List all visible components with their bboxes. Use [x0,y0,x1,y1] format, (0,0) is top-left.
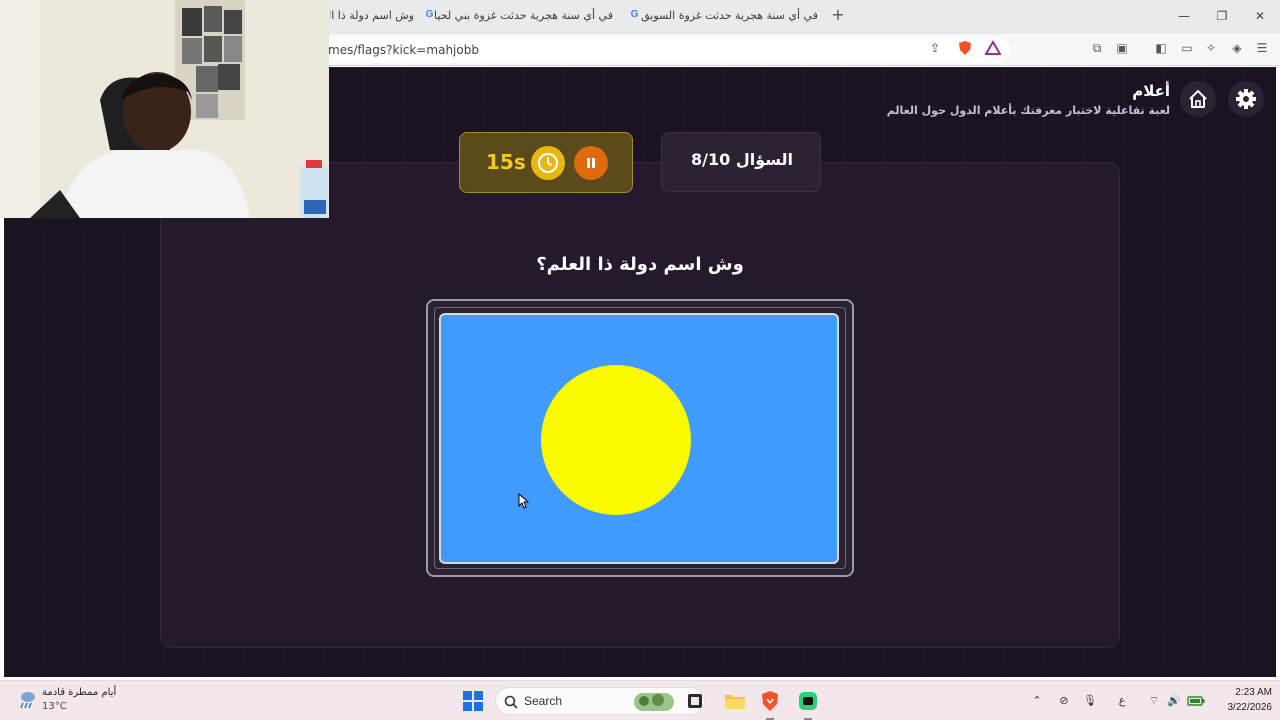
search-icon [504,695,518,709]
webcam-overlay [0,0,329,218]
restore-button[interactable]: ❐ [1214,8,1230,24]
home-icon [1189,90,1207,108]
clock-icon [531,146,565,180]
brave-shield-svg [959,41,971,55]
file-explorer-icon[interactable] [724,691,746,711]
weather-text: أيام ممطرة قادمة [42,687,117,698]
tab-title: وش اسم دولة ذا ال [330,9,414,22]
brave-rewards-icon[interactable] [984,40,1002,56]
app-subtitle: لعبة تفاعلية لاختبار معرفتك بأعلام الدول… [886,104,1170,117]
menu-icon[interactable]: ☰ [1254,40,1270,56]
wifi-icon[interactable]: ⌔ [1146,693,1162,709]
taskbar-search[interactable]: Search [495,687,705,715]
app-icon[interactable] [798,691,818,711]
extensions-icon[interactable]: ⧉ [1089,40,1105,56]
new-tab-button[interactable]: + [830,7,846,23]
microphone-icon[interactable]: 🎙 [1082,693,1098,709]
timer-panel: 15s [459,132,633,193]
webcam-video [0,0,329,218]
home-button[interactable] [1180,81,1216,117]
windows-start-icon[interactable] [463,691,483,711]
app-title: أعلام [1132,82,1170,100]
clock-svg [538,153,558,173]
sidebar-icon[interactable]: ◧ [1153,40,1169,56]
task-view-icon[interactable] [686,692,704,710]
tab-title: في أي سنة هجرية حدثت غزوة بني لحيا [434,9,613,22]
search-label: Search [524,694,563,708]
question-counter: السؤال 8/10 [661,132,821,192]
taskbar: أيام ممطرة قادمة 13°C Search ⌃ ⊘ 🎙 ع ⌔ 🔊… [0,680,1280,720]
weather-temp: 13°C [42,701,67,712]
tab-title: في أي سنة هجرية حدثت غزوة السويق [641,9,818,22]
minimize-button[interactable]: — [1176,8,1192,24]
network-off-icon[interactable]: ⊘ [1056,693,1072,709]
google-icon: G [630,9,639,20]
wallet-icon[interactable]: ▭ [1179,40,1195,56]
volume-icon[interactable]: 🔊 [1166,693,1182,709]
screenshot-icon[interactable]: ▣ [1114,40,1130,56]
flag-disk [541,365,691,515]
chevron-up-icon[interactable]: ⌃ [1029,693,1045,709]
vpn-icon[interactable]: ◈ [1229,40,1245,56]
brave-browser-icon[interactable] [760,690,780,712]
screen: وش اسم دولة ذا ال G في أي سنة هجرية حدثت… [0,0,1280,720]
browser-tab-1[interactable]: وش اسم دولة ذا ال [330,6,414,28]
browser-tab-2[interactable]: G في أي سنة هجرية حدثت غزوة بني لحيا [421,6,613,28]
question-text: وش اسم دولة ذا العلم؟ [536,254,744,275]
question-counter-text: السؤال 8/10 [691,150,793,169]
url-text: mes/flags?kick=mahjobb [328,43,479,57]
pause-icon [587,158,595,168]
mouse-cursor-icon [518,493,530,509]
search-highlight-icon [634,693,674,711]
pause-button[interactable] [574,146,608,180]
leo-ai-icon[interactable]: ✧ [1203,40,1219,56]
clock-time[interactable]: 2:23 AM [1208,687,1272,698]
language-indicator[interactable]: ع [1114,693,1130,709]
weather-icon[interactable] [16,689,38,711]
rewards-triangle-svg [984,40,1002,55]
brave-shields-icon[interactable] [957,40,973,56]
timer-value: 15s [486,150,526,174]
share-icon[interactable]: ⇪ [927,40,943,56]
address-bar[interactable]: mes/flags?kick=mahjobb [320,37,1010,63]
settings-button[interactable] [1228,81,1264,117]
clock-date[interactable]: 3/22/2026 [1200,702,1273,713]
close-window-button[interactable]: ✕ [1252,8,1268,24]
browser-tab-3[interactable]: G في أي سنة هجرية حدثت غزوة السويق [626,6,818,28]
flag-image [439,313,839,564]
gear-icon [1236,89,1256,109]
